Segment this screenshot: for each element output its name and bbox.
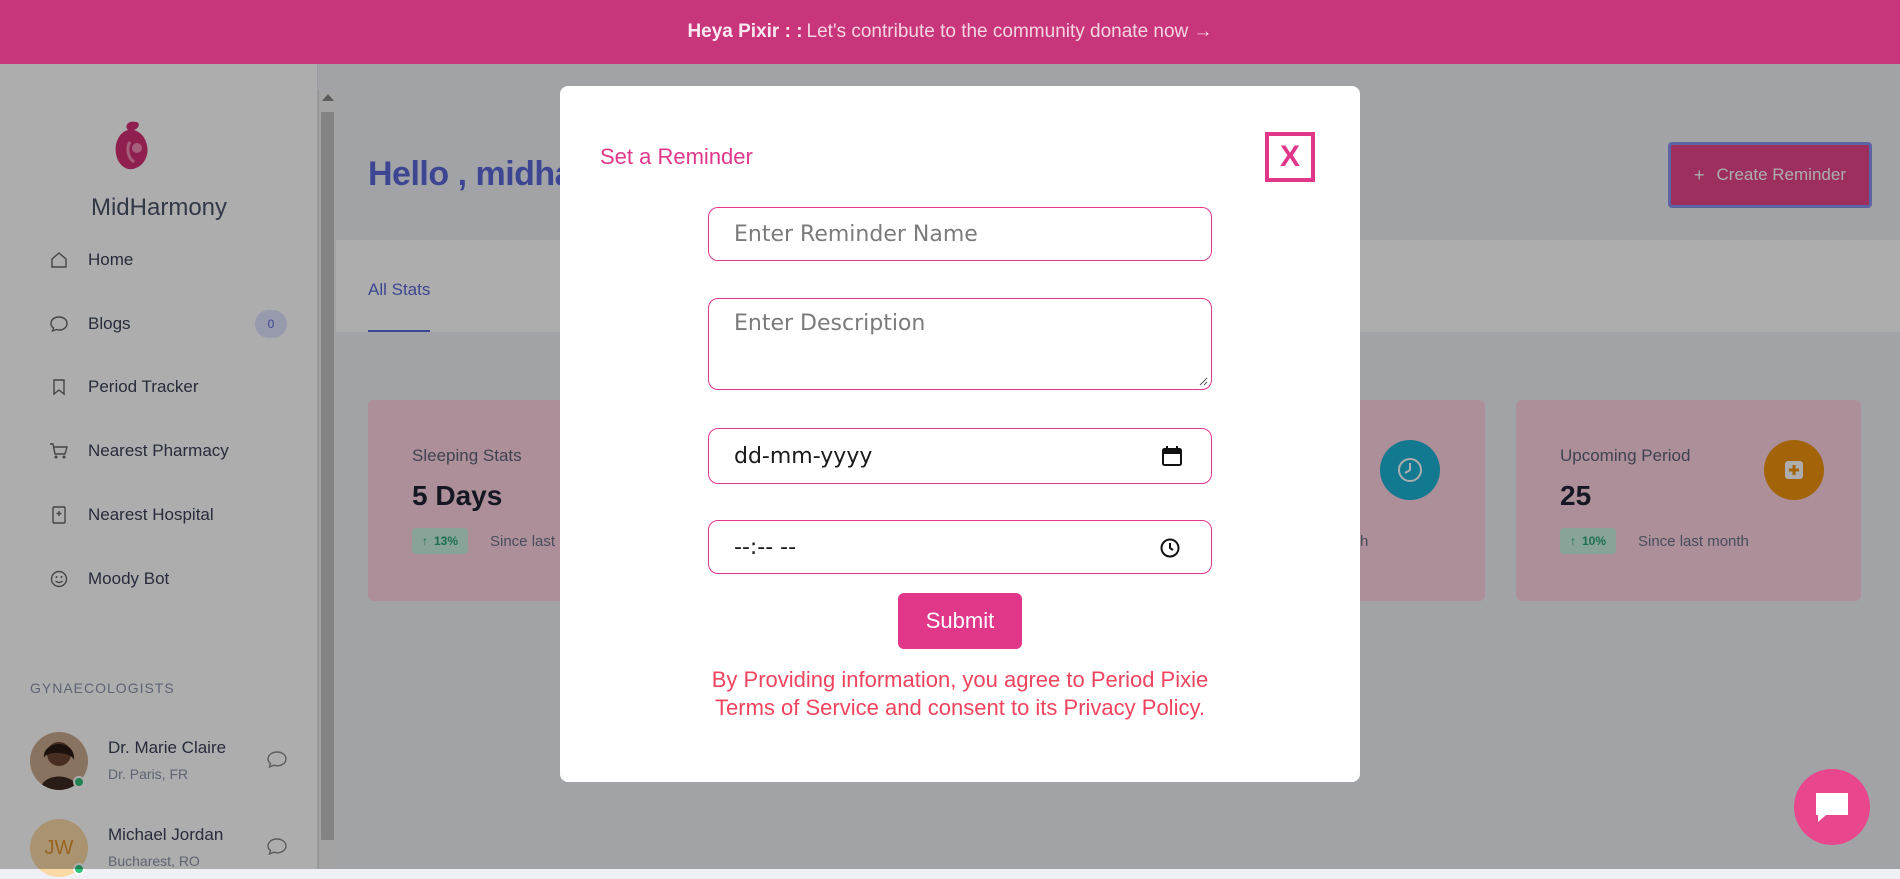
resize-grip-icon[interactable] [1198,376,1208,386]
time-input[interactable]: --:-- -- [708,520,1212,574]
top-banner[interactable]: Heya Pixir : : Let's contribute to the c… [0,0,1900,64]
close-button[interactable]: X [1265,132,1315,182]
modal-title: Set a Reminder [600,144,753,169]
time-placeholder: --:-- -- [734,534,797,560]
banner-bold-text: Heya Pixir : : [687,21,803,42]
reminder-name-input[interactable]: Enter Reminder Name [708,207,1212,261]
calendar-icon[interactable] [1161,445,1183,467]
description-textarea[interactable]: Enter Description [708,298,1212,390]
terms-text: By Providing information, you agree to P… [711,667,1209,720]
chat-icon [1816,793,1848,822]
submit-button[interactable]: Submit [898,593,1022,649]
date-input[interactable]: dd-mm-yyyy [708,428,1212,484]
reminder-modal: Set a Reminder X Enter Reminder Name Ent… [560,86,1360,782]
description-placeholder: Enter Description [734,311,926,336]
banner-text: Let's contribute to the community donate… [806,21,1213,42]
chat-fab-button[interactable] [1794,769,1870,845]
date-placeholder: dd-mm-yyyy [734,443,873,469]
clock-icon[interactable] [1159,537,1181,559]
